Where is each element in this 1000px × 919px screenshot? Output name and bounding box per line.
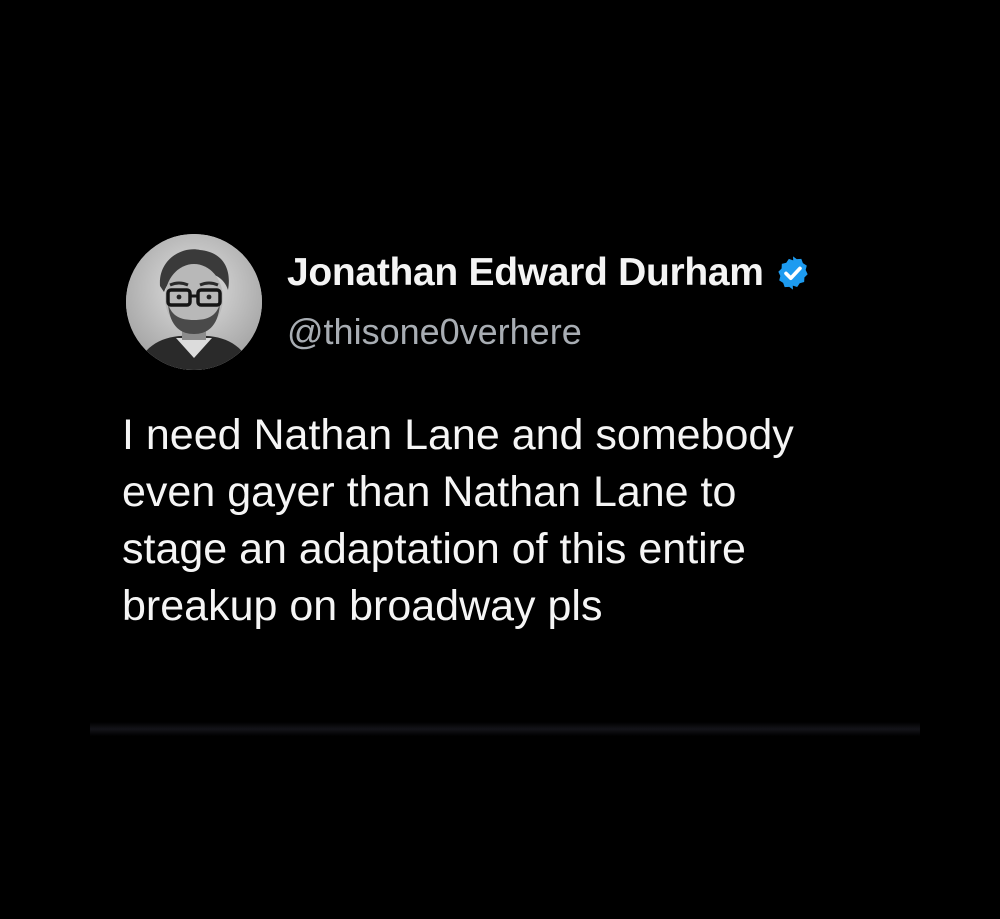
avatar-photo-icon <box>126 234 262 370</box>
tweet-text-line: stage an adaptation of this entire <box>122 525 746 573</box>
author-handle[interactable]: @thisone0verhere <box>287 308 582 356</box>
tweet-text: I need Nathan Lane and somebody even gay… <box>122 407 952 635</box>
author-name[interactable]: Jonathan Edward Durham <box>287 248 764 298</box>
tweet-text-line: I need Nathan Lane and somebody <box>122 411 794 459</box>
tweet-text-line: even gayer than Nathan Lane to <box>122 468 737 516</box>
author-name-row: Jonathan Edward Durham <box>287 248 812 298</box>
avatar[interactable] <box>126 234 262 370</box>
divider-shadow <box>90 722 920 736</box>
tweet-text-line: breakup on broadway pls <box>122 582 603 630</box>
verified-badge-icon <box>774 254 812 292</box>
tweet-card: Jonathan Edward Durham @thisone0verhere … <box>0 0 1000 919</box>
